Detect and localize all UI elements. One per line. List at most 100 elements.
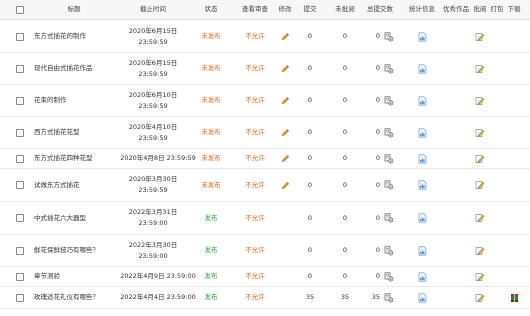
row-checkbox[interactable] <box>12 169 28 201</box>
pencil-icon[interactable] <box>278 53 292 84</box>
row-review[interactable]: 不允许 <box>236 21 274 52</box>
row-title[interactable]: 中式插花六大器型 <box>34 202 122 234</box>
row-excellent <box>442 202 470 234</box>
row-review[interactable]: 不允许 <box>236 169 274 201</box>
review-pen-icon[interactable] <box>473 267 487 286</box>
row-title[interactable]: 玫瑰适花礼仪有哪些？ <box>34 287 122 308</box>
row-deadline: 2020年6月15日 23:59:59 <box>128 58 178 78</box>
row-review[interactable]: 不允许 <box>236 267 274 286</box>
row-checkbox[interactable] <box>12 53 28 84</box>
row-pack <box>490 85 504 116</box>
table-row: 现代自由式插花作品 2020年6月15日 23:59:59 未发布 不允许 0 0… <box>0 53 530 85</box>
pencil-icon[interactable] <box>278 21 292 52</box>
review-pen-icon[interactable] <box>473 117 487 148</box>
document-chart-icon[interactable] <box>408 169 436 201</box>
pencil-icon[interactable] <box>278 85 292 116</box>
submissions-icon[interactable] <box>382 85 396 116</box>
review-pen-icon[interactable] <box>473 235 487 266</box>
review-pen-icon[interactable] <box>473 53 487 84</box>
submissions-icon[interactable] <box>382 149 396 168</box>
row-review[interactable]: 不允许 <box>236 202 274 234</box>
row-submitted: 0 <box>307 246 313 254</box>
row-unreviewed: 35 <box>340 293 350 301</box>
row-total: 0 <box>375 180 380 189</box>
submissions-icon[interactable] <box>382 235 396 266</box>
row-status[interactable]: 未发布 <box>196 117 226 148</box>
row-title[interactable]: 试做东方式插花 <box>34 169 122 201</box>
review-pen-icon[interactable] <box>473 287 487 308</box>
row-review[interactable]: 不允许 <box>236 287 274 308</box>
row-edit-empty <box>278 235 292 266</box>
row-checkbox[interactable] <box>12 85 28 116</box>
submissions-icon[interactable] <box>382 53 396 84</box>
row-checkbox[interactable] <box>12 235 28 266</box>
submissions-icon[interactable] <box>382 169 396 201</box>
header-statistics: 统计信息 <box>409 5 435 13</box>
row-review[interactable]: 不允许 <box>236 53 274 84</box>
submissions-icon[interactable] <box>382 267 396 286</box>
table-row: 东方式插花四种花型 2020年4月8日 23:59:59 未发布 不允许 0 0… <box>0 149 530 169</box>
row-status[interactable]: 未发布 <box>196 169 226 201</box>
row-status[interactable]: 未发布 <box>196 53 226 84</box>
document-chart-icon[interactable] <box>408 21 436 52</box>
review-pen-icon[interactable] <box>473 149 487 168</box>
row-status[interactable]: 未发布 <box>196 21 226 52</box>
row-title[interactable]: 花束的制作 <box>34 85 122 116</box>
row-excellent <box>442 267 470 286</box>
review-pen-icon[interactable] <box>473 21 487 52</box>
row-title[interactable]: 东方式插花四种花型 <box>34 149 122 168</box>
table-row: 鲜花保鲜技巧有哪些？ 2022年3月30日 23:59:00 发布 不允许 0 0… <box>0 235 530 267</box>
header-excellent: 优秀作品 <box>443 5 469 13</box>
row-checkbox[interactable] <box>12 117 28 148</box>
header-deadline: 截止时间 <box>140 5 166 13</box>
review-pen-icon[interactable] <box>473 202 487 234</box>
row-unreviewed: 0 <box>342 128 348 136</box>
row-review[interactable]: 不允许 <box>236 149 274 168</box>
document-chart-icon[interactable] <box>408 202 436 234</box>
row-status[interactable]: 发布 <box>196 267 226 286</box>
row-review[interactable]: 不允许 <box>236 85 274 116</box>
select-all-checkbox[interactable] <box>12 0 28 19</box>
submissions-icon[interactable] <box>382 21 396 52</box>
document-chart-icon[interactable] <box>408 235 436 266</box>
pencil-icon[interactable] <box>278 117 292 148</box>
row-title[interactable]: 西方式插花花型 <box>34 117 122 148</box>
row-excellent <box>442 21 470 52</box>
row-title[interactable]: 现代自由式插花作品 <box>34 53 122 84</box>
row-checkbox[interactable] <box>12 202 28 234</box>
document-chart-icon[interactable] <box>408 85 436 116</box>
pencil-icon[interactable] <box>278 169 292 201</box>
row-status[interactable]: 未发布 <box>196 85 226 116</box>
header-review-action: 批阅 <box>473 5 487 13</box>
row-review[interactable]: 不允许 <box>236 235 274 266</box>
row-title[interactable]: 东方式插花的制作 <box>34 21 122 52</box>
row-status[interactable]: 未发布 <box>196 149 226 168</box>
row-status[interactable]: 发布 <box>196 287 226 308</box>
row-status[interactable]: 发布 <box>196 235 226 266</box>
submissions-icon[interactable] <box>382 117 396 148</box>
row-review[interactable]: 不允许 <box>236 117 274 148</box>
row-checkbox[interactable] <box>12 149 28 168</box>
row-checkbox[interactable] <box>12 21 28 52</box>
row-title[interactable]: 章节测验 <box>34 267 122 286</box>
document-chart-icon[interactable] <box>408 267 436 286</box>
row-status[interactable]: 发布 <box>196 202 226 234</box>
submissions-icon[interactable] <box>382 287 396 308</box>
document-chart-icon[interactable] <box>408 287 436 308</box>
archive-icon[interactable] <box>506 287 522 308</box>
submissions-icon[interactable] <box>382 202 396 234</box>
document-chart-icon[interactable] <box>408 117 436 148</box>
row-excellent <box>442 53 470 84</box>
document-chart-icon[interactable] <box>408 53 436 84</box>
review-pen-icon[interactable] <box>473 85 487 116</box>
row-checkbox[interactable] <box>12 287 28 308</box>
header-download: 下载 <box>507 5 521 13</box>
review-pen-icon[interactable] <box>473 169 487 201</box>
row-submitted: 0 <box>307 96 313 104</box>
row-deadline: 2022年3月30日 23:59:00 <box>128 240 178 260</box>
row-title[interactable]: 鲜花保鲜技巧有哪些？ <box>34 235 122 266</box>
row-submitted: 35 <box>305 293 315 301</box>
row-checkbox[interactable] <box>12 267 28 286</box>
pencil-icon[interactable] <box>278 149 292 168</box>
document-chart-icon[interactable] <box>408 149 436 168</box>
